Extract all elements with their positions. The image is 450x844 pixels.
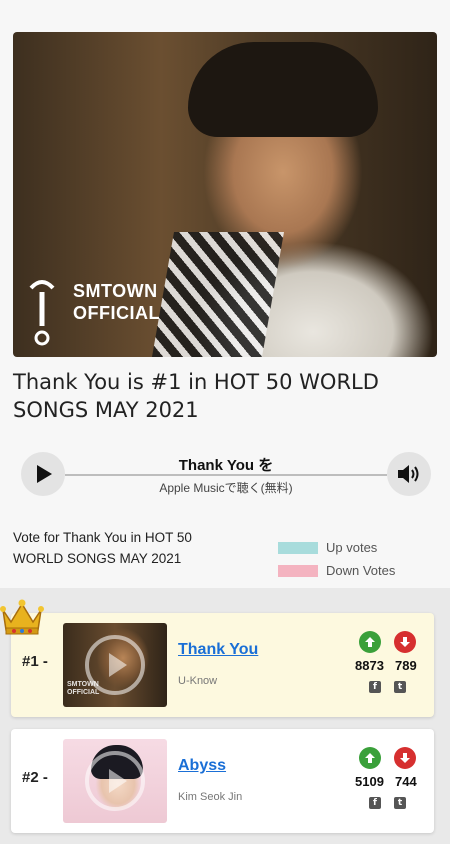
artist-name: U-Know: [178, 675, 218, 687]
artist-name: Kim Seok Jin: [178, 791, 243, 803]
downvote-count: 744: [395, 774, 417, 789]
thumb-play-icon: [109, 769, 127, 793]
upvote-button[interactable]: [359, 747, 381, 769]
speaker-icon: [398, 465, 419, 483]
downvote-button[interactable]: [394, 631, 416, 653]
play-icon: [37, 465, 52, 483]
player-track-title: Thank You を: [178, 457, 274, 474]
thumb-play-icon: [109, 653, 127, 677]
legend-down-swatch: [278, 564, 318, 577]
thumb-watermark: SMTOWN OFFICIAL: [67, 681, 99, 697]
facebook-share-icon[interactable]: f: [369, 797, 381, 809]
smtown-logo: SMTOWN OFFICIAL: [17, 278, 187, 348]
song-thumbnail[interactable]: [63, 739, 167, 823]
legend-up-label: Up votes: [326, 540, 378, 555]
downvote-button[interactable]: [394, 747, 416, 769]
thumb-watermark-line1: SMTOWN: [67, 681, 99, 688]
legend-down-label: Down Votes: [326, 563, 396, 578]
twitter-share-icon[interactable]: t: [394, 797, 406, 809]
arrow-down-icon: [400, 753, 410, 763]
music-player: Thank You を Apple Musicで聴く(無料): [21, 452, 431, 496]
facebook-share-icon[interactable]: f: [369, 681, 381, 693]
vote-prompt: Vote for Thank You in HOT 50 WORLD SONGS…: [13, 530, 192, 566]
arrow-up-icon: [365, 637, 375, 647]
legend-down: Down Votes: [278, 559, 428, 582]
arrow-down-icon: [400, 637, 410, 647]
page-title: Thank You is #1 in HOT 50 WORLD SONGS MA…: [13, 370, 379, 422]
hero-image: SMTOWN OFFICIAL: [13, 32, 437, 357]
song-title-link[interactable]: Abyss: [178, 757, 226, 775]
upvote-button[interactable]: [359, 631, 381, 653]
song-thumbnail[interactable]: SMTOWN OFFICIAL: [63, 623, 167, 707]
ranking-card-1: #1 - SMTOWN OFFICIAL Thank You U-Know 88…: [11, 613, 434, 717]
song-title-link[interactable]: Thank You: [178, 641, 258, 659]
apple-music-link[interactable]: Apple Musicで聴く(無料): [81, 479, 371, 496]
hero-hair-shape: [188, 42, 378, 137]
arrow-up-icon: [365, 753, 375, 763]
legend-up-swatch: [278, 541, 318, 554]
ranking-card-2: #2 - Abyss Kim Seok Jin 5109 744 f t: [11, 729, 434, 833]
smtown-logo-text: SMTOWN OFFICIAL: [73, 280, 160, 324]
logo-line2: OFFICIAL: [73, 303, 160, 323]
play-button[interactable]: [21, 452, 65, 496]
upvote-count: 8873: [355, 658, 384, 673]
rank-label: #1 -: [22, 653, 48, 670]
volume-button[interactable]: [387, 452, 431, 496]
rank-label: #2 -: [22, 769, 48, 786]
legend-up: Up votes: [278, 536, 428, 559]
twitter-share-icon[interactable]: t: [394, 681, 406, 693]
logo-line1: SMTOWN: [73, 281, 158, 301]
thumb-watermark-line2: OFFICIAL: [67, 689, 100, 696]
smtown-logo-mark: [29, 280, 55, 346]
upvote-count: 5109: [355, 774, 384, 789]
vote-legend: Up votes Down Votes: [278, 536, 428, 582]
crown-icon: [0, 599, 44, 635]
downvote-count: 789: [395, 658, 417, 673]
